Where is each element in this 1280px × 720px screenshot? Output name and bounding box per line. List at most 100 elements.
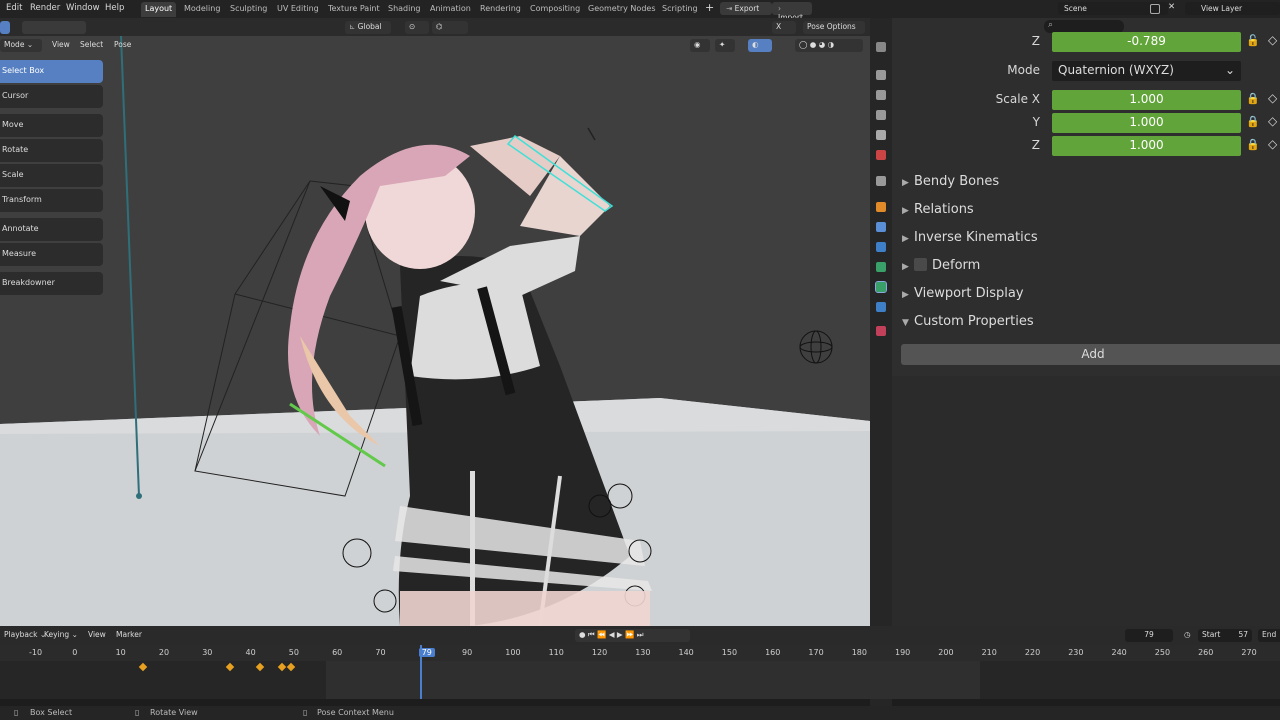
ruler-tick-label: 60 — [332, 648, 343, 657]
panel-custom-properties[interactable]: ▼ Custom Properties — [902, 314, 1034, 334]
tab-modeling[interactable]: Modeling — [180, 2, 224, 17]
scale-x-row: Scale X 1.000 🔒 ◇ — [892, 90, 1280, 110]
scale-y-field[interactable]: 1.000 — [1052, 113, 1241, 133]
start-frame-field[interactable]: Start 57 — [1198, 629, 1252, 642]
timeline-ruler[interactable]: -10 0 10 20 30 40 50 60 70 79 90 100 110 120 130 140 150… — [0, 645, 1280, 661]
ruler-tick-label: 40 — [245, 648, 256, 657]
import-button[interactable]: › Import — [772, 2, 812, 22]
output-tab-icon[interactable] — [876, 90, 886, 100]
lock-icon[interactable]: 🔒 — [1246, 92, 1260, 105]
ruler-tick-label: 150 — [721, 648, 738, 657]
tab-shading[interactable]: Shading — [384, 2, 425, 17]
view-layer-selector[interactable]: View Layer — [1185, 2, 1280, 15]
playback-controls[interactable]: ● ⏮ ⏪ ◀ ▶ ⏩ ⏭ — [575, 629, 690, 642]
tab-sculpting[interactable]: Sculpting — [226, 2, 271, 17]
bone-constraint-tab-icon[interactable] — [876, 302, 886, 312]
scale-x-field[interactable]: 1.000 — [1052, 90, 1241, 110]
3d-viewport[interactable] — [0, 36, 870, 626]
world-tab-icon[interactable] — [876, 150, 886, 160]
lock-icon[interactable]: 🔓 — [1246, 34, 1260, 47]
timeline-track[interactable] — [0, 661, 1280, 699]
armature-tab-icon[interactable] — [876, 262, 886, 272]
keyframe-icon[interactable]: ◇ — [1268, 33, 1277, 47]
tool-scale[interactable]: Scale — [0, 164, 103, 187]
physics-tab-icon[interactable] — [876, 242, 886, 252]
menu-window[interactable]: Window — [66, 3, 100, 13]
tab-scripting[interactable]: Scripting — [658, 2, 702, 17]
panel-relations[interactable]: ▶ Relations — [902, 202, 974, 222]
tab-geometry-nodes[interactable]: Geometry Nodes — [584, 2, 659, 17]
menu-pose[interactable]: Pose — [110, 39, 135, 52]
tab-texture-paint[interactable]: Texture Paint — [324, 2, 384, 17]
keyframe-icon[interactable]: ◇ — [1268, 114, 1277, 128]
tool-select-box[interactable]: Select Box — [0, 60, 103, 83]
export-button[interactable]: ⇥ Export — [720, 2, 772, 15]
current-frame-field[interactable]: 79 — [1125, 629, 1173, 642]
select-mode-icon[interactable] — [0, 21, 10, 34]
lock-icon[interactable]: 🔒 — [1246, 115, 1260, 128]
menu-marker[interactable]: Marker — [112, 629, 146, 642]
panel-viewport-display[interactable]: ▶ Viewport Display — [902, 286, 1024, 306]
bone-tab-icon[interactable] — [875, 281, 887, 293]
menu-render[interactable]: Render — [30, 3, 60, 13]
ruler-tick-label: 120 — [591, 648, 608, 657]
render-tab-icon[interactable] — [876, 70, 886, 80]
tool-rotate[interactable]: Rotate — [0, 139, 103, 162]
deform-checkbox[interactable] — [914, 258, 927, 271]
tool-transform[interactable]: Transform — [0, 189, 103, 212]
overlay-icon[interactable]: ◐ — [748, 39, 772, 52]
tab-animation[interactable]: Animation — [426, 2, 475, 17]
playhead[interactable] — [420, 645, 422, 699]
add-workspace-icon[interactable]: + — [705, 1, 714, 14]
tool-breakdowner[interactable]: Breakdowner — [0, 272, 103, 295]
tab-layout[interactable]: Layout — [141, 2, 177, 17]
texture-tab-icon[interactable] — [876, 326, 886, 336]
menu-keying[interactable]: Keying ⌄ — [40, 629, 82, 642]
panel-deform[interactable]: ▶ Deform — [902, 258, 980, 278]
menu-help[interactable]: Help — [105, 3, 124, 13]
tool-move[interactable]: Move — [0, 114, 103, 137]
tab-rendering[interactable]: Rendering — [476, 2, 525, 17]
gizmo-icon[interactable]: ✦ — [715, 39, 735, 52]
end-frame-field[interactable]: End — [1258, 629, 1280, 642]
scale-z-field[interactable]: 1.000 — [1052, 136, 1241, 156]
pose-options-dropdown[interactable]: Pose Options — [803, 21, 865, 34]
visibility-icon[interactable]: ◉ — [690, 39, 710, 52]
pivot-dropdown[interactable]: ⊙ — [405, 21, 429, 34]
menu-view[interactable]: View — [84, 629, 110, 642]
keyframe-icon[interactable]: ◇ — [1268, 91, 1277, 105]
lock-icon[interactable]: 🔒 — [1246, 138, 1260, 151]
add-custom-property-button[interactable]: Add — [901, 344, 1280, 365]
scene-tab-icon[interactable] — [876, 130, 886, 140]
mode-dropdown[interactable]: Mode ⌄ — [0, 39, 42, 52]
snap-dropdown[interactable]: ⌬ — [432, 21, 468, 34]
orientation-dropdown[interactable]: ⊾ Global — [345, 21, 391, 34]
tool-measure[interactable]: Measure — [0, 243, 103, 266]
ruler-tick-label: 240 — [1111, 648, 1127, 657]
new-scene-icon[interactable] — [1150, 4, 1160, 14]
keyframe-icon[interactable]: ◇ — [1268, 137, 1277, 151]
tool-annotate[interactable]: Annotate — [0, 218, 103, 241]
selection-mode-group[interactable] — [22, 21, 86, 34]
modifier-tab-icon[interactable] — [876, 222, 886, 232]
tab-compositing[interactable]: Compositing — [526, 2, 584, 17]
menu-view[interactable]: View — [48, 39, 74, 52]
x-mirror-toggle[interactable]: X — [772, 21, 796, 34]
close-scene-icon[interactable]: ✕ — [1168, 2, 1175, 12]
panel-inverse-kinematics[interactable]: ▶ Inverse Kinematics — [902, 230, 1038, 250]
mouse-right-icon: ▯ — [303, 708, 308, 717]
view-layer-tab-icon[interactable] — [876, 110, 886, 120]
rotation-z-field[interactable]: -0.789 — [1052, 32, 1241, 52]
scale-z-label: Z — [1031, 138, 1040, 152]
menu-edit[interactable]: Edit — [6, 3, 22, 13]
shading-mode-group[interactable]: ◯ ● ◕ ◑ — [795, 39, 863, 52]
rotation-mode-dropdown[interactable]: Quaternion (WXYZ) ⌄ — [1052, 61, 1241, 81]
tab-uv-editing[interactable]: UV Editing — [273, 2, 323, 17]
panel-bendy-bones[interactable]: ▶ Bendy Bones — [902, 174, 999, 194]
tool-tab-icon[interactable] — [876, 42, 886, 52]
menu-select[interactable]: Select — [76, 39, 107, 52]
status-bar: ▯ Box Select ▯ Rotate View ▯ Pose Contex… — [0, 706, 1280, 720]
collection-tab-icon[interactable] — [876, 176, 886, 186]
tool-cursor[interactable]: Cursor — [0, 85, 103, 108]
object-tab-icon[interactable] — [876, 202, 886, 212]
